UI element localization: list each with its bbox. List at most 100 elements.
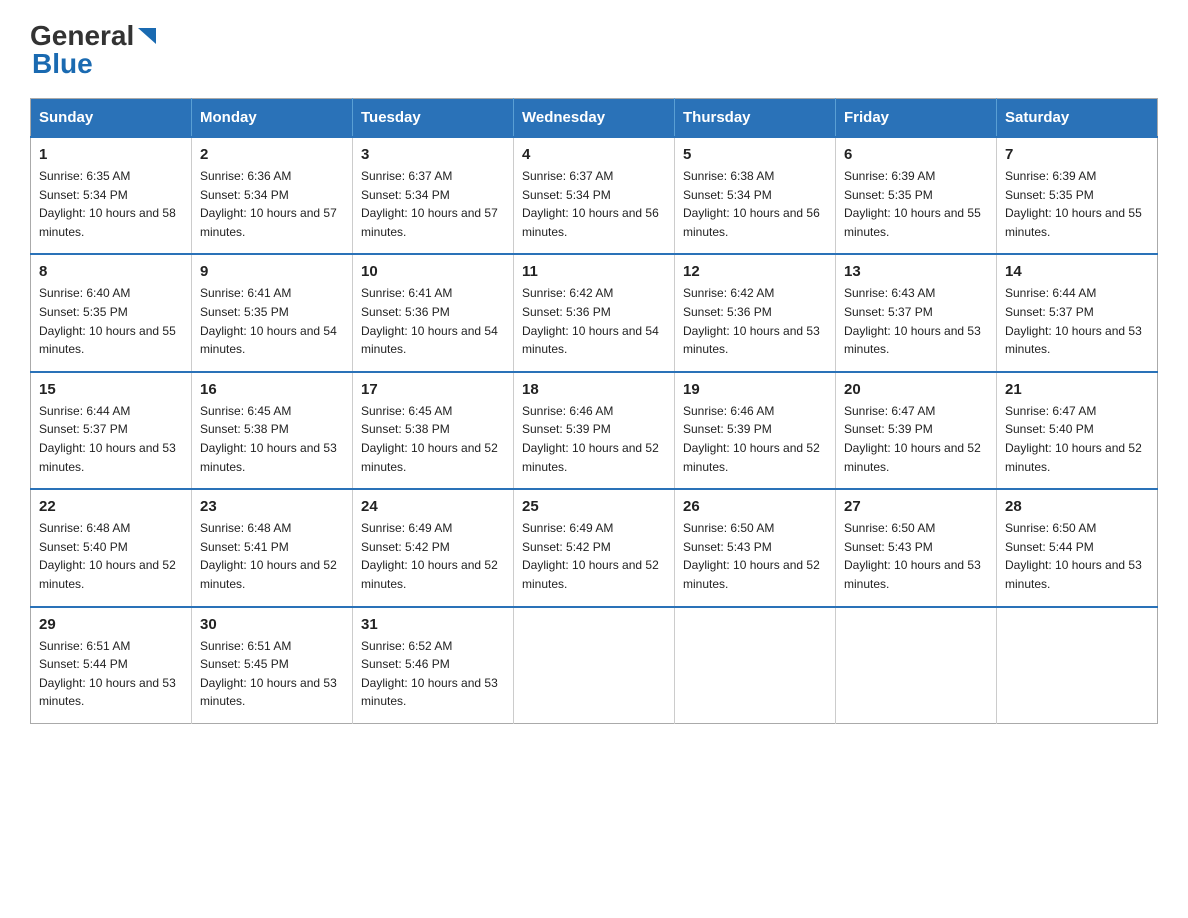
day-number: 10 [361, 263, 505, 280]
day-number: 31 [361, 616, 505, 633]
day-info: Sunrise: 6:37 AMSunset: 5:34 PMDaylight:… [361, 169, 498, 239]
calendar-table: SundayMondayTuesdayWednesdayThursdayFrid… [30, 98, 1158, 724]
day-number: 25 [522, 498, 666, 515]
day-number: 26 [683, 498, 827, 515]
day-info: Sunrise: 6:45 AMSunset: 5:38 PMDaylight:… [200, 404, 337, 474]
day-info: Sunrise: 6:49 AMSunset: 5:42 PMDaylight:… [522, 521, 659, 591]
calendar-cell [675, 607, 836, 724]
weekday-header-tuesday: Tuesday [353, 99, 514, 138]
day-info: Sunrise: 6:49 AMSunset: 5:42 PMDaylight:… [361, 521, 498, 591]
calendar-cell: 31 Sunrise: 6:52 AMSunset: 5:46 PMDayligh… [353, 607, 514, 724]
day-info: Sunrise: 6:50 AMSunset: 5:43 PMDaylight:… [683, 521, 820, 591]
calendar-cell: 11Sunrise: 6:42 AMSunset: 5:36 PMDayligh… [514, 254, 675, 371]
day-number: 1 [39, 146, 183, 163]
weekday-header-thursday: Thursday [675, 99, 836, 138]
calendar-cell: 24 Sunrise: 6:49 AMSunset: 5:42 PMDayligh… [353, 489, 514, 606]
weekday-header-sunday: Sunday [31, 99, 192, 138]
day-number: 29 [39, 616, 183, 633]
day-number: 15 [39, 381, 183, 398]
day-number: 18 [522, 381, 666, 398]
day-number: 23 [200, 498, 344, 515]
day-number: 21 [1005, 381, 1149, 398]
calendar-cell [997, 607, 1158, 724]
calendar-cell: 9 Sunrise: 6:41 AMSunset: 5:35 PMDaylight… [192, 254, 353, 371]
calendar-cell: 18 Sunrise: 6:46 AMSunset: 5:39 PMDayligh… [514, 372, 675, 489]
calendar-cell: 19Sunrise: 6:46 AMSunset: 5:39 PMDayligh… [675, 372, 836, 489]
logo-blue-text: Blue [30, 48, 158, 80]
day-info: Sunrise: 6:42 AMSunset: 5:36 PMDaylight:… [683, 286, 820, 356]
day-number: 22 [39, 498, 183, 515]
day-info: Sunrise: 6:41 AMSunset: 5:35 PMDaylight:… [200, 286, 337, 356]
calendar-week-row: 15 Sunrise: 6:44 AMSunset: 5:37 PMDayligh… [31, 372, 1158, 489]
calendar-cell: 4 Sunrise: 6:37 AMSunset: 5:34 PMDaylight… [514, 137, 675, 254]
day-number: 24 [361, 498, 505, 515]
day-number: 5 [683, 146, 827, 163]
calendar-cell: 29 Sunrise: 6:51 AMSunset: 5:44 PMDayligh… [31, 607, 192, 724]
day-info: Sunrise: 6:50 AMSunset: 5:43 PMDaylight:… [844, 521, 981, 591]
calendar-cell: 28 Sunrise: 6:50 AMSunset: 5:44 PMDayligh… [997, 489, 1158, 606]
day-info: Sunrise: 6:40 AMSunset: 5:35 PMDaylight:… [39, 286, 176, 356]
day-info: Sunrise: 6:39 AMSunset: 5:35 PMDaylight:… [1005, 169, 1142, 239]
day-number: 27 [844, 498, 988, 515]
calendar-week-row: 29 Sunrise: 6:51 AMSunset: 5:44 PMDayligh… [31, 607, 1158, 724]
day-info: Sunrise: 6:52 AMSunset: 5:46 PMDaylight:… [361, 639, 498, 709]
calendar-cell [836, 607, 997, 724]
day-number: 17 [361, 381, 505, 398]
day-number: 20 [844, 381, 988, 398]
calendar-week-row: 22 Sunrise: 6:48 AMSunset: 5:40 PMDayligh… [31, 489, 1158, 606]
day-info: Sunrise: 6:44 AMSunset: 5:37 PMDaylight:… [39, 404, 176, 474]
day-info: Sunrise: 6:44 AMSunset: 5:37 PMDaylight:… [1005, 286, 1142, 356]
day-info: Sunrise: 6:50 AMSunset: 5:44 PMDaylight:… [1005, 521, 1142, 591]
calendar-cell: 6 Sunrise: 6:39 AMSunset: 5:35 PMDaylight… [836, 137, 997, 254]
page-header: General Blue [30, 20, 1158, 80]
calendar-week-row: 1Sunrise: 6:35 AMSunset: 5:34 PMDaylight… [31, 137, 1158, 254]
day-info: Sunrise: 6:45 AMSunset: 5:38 PMDaylight:… [361, 404, 498, 474]
weekday-header-row: SundayMondayTuesdayWednesdayThursdayFrid… [31, 99, 1158, 138]
calendar-cell: 20 Sunrise: 6:47 AMSunset: 5:39 PMDayligh… [836, 372, 997, 489]
day-number: 9 [200, 263, 344, 280]
day-info: Sunrise: 6:47 AMSunset: 5:40 PMDaylight:… [1005, 404, 1142, 474]
calendar-cell: 21 Sunrise: 6:47 AMSunset: 5:40 PMDayligh… [997, 372, 1158, 489]
weekday-header-friday: Friday [836, 99, 997, 138]
calendar-cell: 26 Sunrise: 6:50 AMSunset: 5:43 PMDayligh… [675, 489, 836, 606]
day-info: Sunrise: 6:47 AMSunset: 5:39 PMDaylight:… [844, 404, 981, 474]
weekday-header-wednesday: Wednesday [514, 99, 675, 138]
day-number: 8 [39, 263, 183, 280]
day-number: 4 [522, 146, 666, 163]
logo-arrow-icon [136, 26, 158, 48]
day-number: 13 [844, 263, 988, 280]
day-number: 3 [361, 146, 505, 163]
calendar-cell: 2 Sunrise: 6:36 AMSunset: 5:34 PMDaylight… [192, 137, 353, 254]
calendar-cell: 12Sunrise: 6:42 AMSunset: 5:36 PMDayligh… [675, 254, 836, 371]
calendar-cell: 15 Sunrise: 6:44 AMSunset: 5:37 PMDayligh… [31, 372, 192, 489]
calendar-cell: 8 Sunrise: 6:40 AMSunset: 5:35 PMDaylight… [31, 254, 192, 371]
day-info: Sunrise: 6:36 AMSunset: 5:34 PMDaylight:… [200, 169, 337, 239]
day-info: Sunrise: 6:38 AMSunset: 5:34 PMDaylight:… [683, 169, 820, 239]
day-info: Sunrise: 6:43 AMSunset: 5:37 PMDaylight:… [844, 286, 981, 356]
day-number: 6 [844, 146, 988, 163]
calendar-cell: 1Sunrise: 6:35 AMSunset: 5:34 PMDaylight… [31, 137, 192, 254]
calendar-cell: 27 Sunrise: 6:50 AMSunset: 5:43 PMDayligh… [836, 489, 997, 606]
calendar-week-row: 8 Sunrise: 6:40 AMSunset: 5:35 PMDaylight… [31, 254, 1158, 371]
calendar-cell: 10 Sunrise: 6:41 AMSunset: 5:36 PMDayligh… [353, 254, 514, 371]
calendar-cell: 22 Sunrise: 6:48 AMSunset: 5:40 PMDayligh… [31, 489, 192, 606]
calendar-cell: 3 Sunrise: 6:37 AMSunset: 5:34 PMDaylight… [353, 137, 514, 254]
day-number: 28 [1005, 498, 1149, 515]
calendar-cell: 13 Sunrise: 6:43 AMSunset: 5:37 PMDayligh… [836, 254, 997, 371]
day-info: Sunrise: 6:42 AMSunset: 5:36 PMDaylight:… [522, 286, 659, 356]
day-number: 30 [200, 616, 344, 633]
day-info: Sunrise: 6:48 AMSunset: 5:41 PMDaylight:… [200, 521, 337, 591]
day-info: Sunrise: 6:39 AMSunset: 5:35 PMDaylight:… [844, 169, 981, 239]
day-info: Sunrise: 6:46 AMSunset: 5:39 PMDaylight:… [522, 404, 659, 474]
day-info: Sunrise: 6:51 AMSunset: 5:44 PMDaylight:… [39, 639, 176, 709]
calendar-cell: 17 Sunrise: 6:45 AMSunset: 5:38 PMDayligh… [353, 372, 514, 489]
day-info: Sunrise: 6:41 AMSunset: 5:36 PMDaylight:… [361, 286, 498, 356]
calendar-cell: 30Sunrise: 6:51 AMSunset: 5:45 PMDayligh… [192, 607, 353, 724]
day-info: Sunrise: 6:48 AMSunset: 5:40 PMDaylight:… [39, 521, 176, 591]
day-number: 16 [200, 381, 344, 398]
day-number: 2 [200, 146, 344, 163]
calendar-cell: 5 Sunrise: 6:38 AMSunset: 5:34 PMDaylight… [675, 137, 836, 254]
day-info: Sunrise: 6:37 AMSunset: 5:34 PMDaylight:… [522, 169, 659, 239]
day-number: 14 [1005, 263, 1149, 280]
weekday-header-saturday: Saturday [997, 99, 1158, 138]
